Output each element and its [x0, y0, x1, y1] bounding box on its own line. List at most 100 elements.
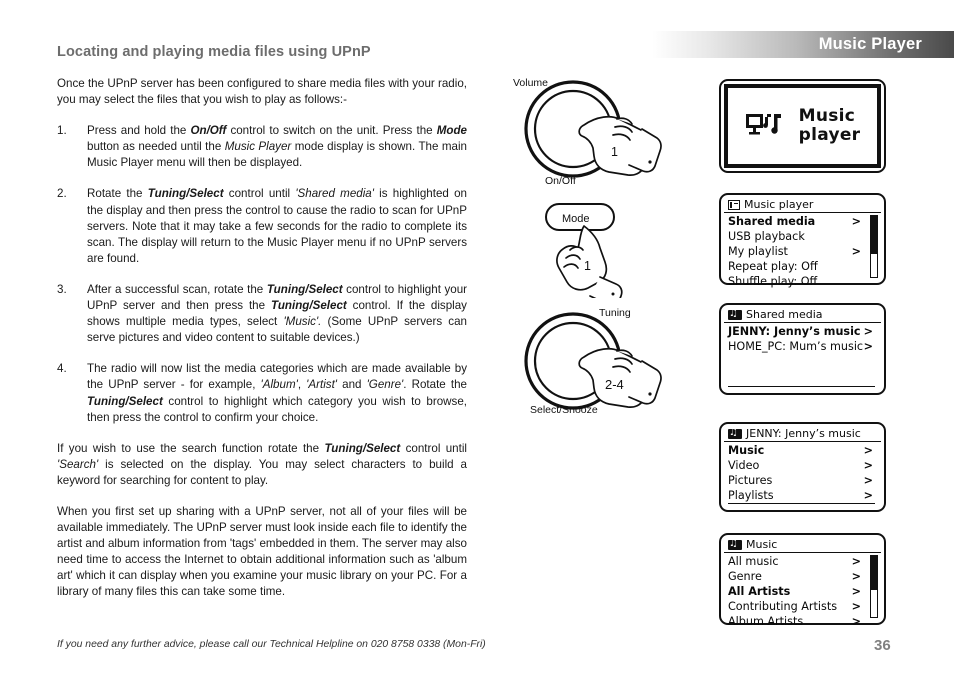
- menu-row-label: Shared media: [728, 215, 816, 228]
- menu-row-label: All Artists: [728, 585, 791, 598]
- menu-row-label: All music: [728, 555, 779, 568]
- step-number: 1.: [57, 124, 67, 138]
- diagram-bottom-label-3: Select/Snooze: [530, 404, 598, 415]
- menu-row[interactable]: Shared media >: [728, 214, 881, 229]
- menu-row[interactable]: Genre >: [728, 569, 881, 584]
- menu-row[interactable]: USB playback: [728, 229, 881, 244]
- menu-row-list: Music > Video > Pictures > Playlists >: [724, 442, 881, 503]
- step-text: The radio will now list the media catego…: [87, 362, 467, 424]
- chevron-right-icon: >: [851, 215, 861, 228]
- menu-row[interactable]: Playlists >: [728, 488, 881, 503]
- menu-row-label: Album Artists: [728, 615, 804, 628]
- diagram-top-label-1: Volume: [513, 77, 548, 89]
- shared-media-icon: [728, 427, 742, 439]
- menu-title-bar: JENNY: Jenny’s music: [724, 427, 881, 442]
- menu-row[interactable]: All music >: [728, 554, 881, 569]
- menu-title-text: JENNY: Jenny’s music: [746, 427, 861, 440]
- menu-bottom-rule: [728, 386, 875, 387]
- lcd-display-shared-media-menu[interactable]: Shared mediaJENNY: Jenny’s music>HOME_PC…: [719, 303, 886, 395]
- step-text: Press and hold the On/Off control to swi…: [87, 124, 467, 170]
- rotary-knob-icon: Tuning Select/Snooze 2-4: [524, 307, 662, 415]
- chevron-right-icon: >: [863, 474, 873, 487]
- menu-row[interactable]: All Artists >: [728, 584, 881, 599]
- menu-row-label: Contributing Artists: [728, 600, 838, 613]
- chevron-right-icon: >: [851, 570, 861, 583]
- menu-row[interactable]: JENNY: Jenny’s music >: [728, 324, 881, 339]
- step-item: 3. After a successful scan, rotate the Tu…: [57, 282, 467, 346]
- menu-row-list: Shared media > USB playback My playlist > Rep…: [724, 213, 881, 289]
- menu-row-label: JENNY: Jenny’s music: [728, 325, 861, 338]
- menu-row[interactable]: My playlist >: [728, 244, 881, 259]
- step-number: 4.: [57, 362, 67, 376]
- scrollbar-thumb[interactable]: [871, 556, 877, 590]
- scrollbar[interactable]: [870, 555, 878, 618]
- diagram-bottom-label-1: On/Off: [545, 175, 576, 187]
- menu-row[interactable]: Contributing Artists >: [728, 599, 881, 614]
- step-item: 4. The radio will now list the media cate…: [57, 361, 467, 425]
- closing-paragraph: When you first set up sharing with a UPn…: [57, 504, 467, 599]
- lcd-display-music-categories-menu[interactable]: MusicAll music>Genre>All Artists>Contrib…: [719, 533, 886, 628]
- menu-row-label: USB playback: [728, 230, 805, 243]
- menu-row-label: Repeat play: Off: [728, 260, 818, 273]
- step-item: 1. Press and hold the On/Off control to s…: [57, 123, 467, 171]
- chevron-right-icon: >: [863, 444, 873, 457]
- menu-title-text: Music: [746, 538, 778, 551]
- scrollbar-thumb[interactable]: [871, 216, 877, 254]
- mode-button-icon: Mode 1: [545, 203, 623, 298]
- chevron-right-icon: >: [863, 325, 873, 338]
- numbered-step-list: 1. Press and hold the On/Off control to s…: [57, 123, 467, 426]
- menu-row-list: All music > Genre > All Artists > Contributing…: [724, 553, 881, 629]
- lcd-display-splash: Music player: [719, 79, 886, 173]
- menu-row[interactable]: Pictures >: [728, 473, 881, 488]
- menu-title-text: Music player: [744, 198, 814, 211]
- header-title: Music Player: [818, 35, 922, 54]
- menu-row-label: My playlist: [728, 245, 788, 258]
- splash-text: Music player: [799, 107, 861, 145]
- menu-row[interactable]: HOME_PC: Mum’s music >: [728, 339, 881, 354]
- menu-row-label: Pictures: [728, 474, 773, 487]
- chevron-right-icon: >: [851, 245, 861, 258]
- diagram-step-number-3: 2-4: [605, 377, 624, 392]
- menu-bottom-rule: [728, 503, 875, 504]
- menu-title-bar: Shared media: [724, 308, 881, 323]
- menu-row[interactable]: Video >: [728, 458, 881, 473]
- step-text: Rotate the Tuning/Select control until '…: [87, 187, 467, 265]
- chevron-right-icon: >: [863, 340, 873, 353]
- list-menu-icon: [728, 200, 740, 210]
- diagram-volume-onoff-knob: Volume On/Off 1: [505, 72, 675, 187]
- rotary-knob-icon: Volume On/Off 1: [513, 77, 662, 187]
- menu-row[interactable]: Repeat play: Off: [728, 259, 881, 274]
- page-title: Locating and playing media files using U…: [57, 44, 371, 60]
- chevron-right-icon: >: [863, 459, 873, 472]
- menu-row-label: Shuffle play: Off: [728, 275, 818, 288]
- lcd-display-jenny-music-menu[interactable]: JENNY: Jenny’s musicMusic>Video>Pictures…: [719, 422, 886, 512]
- menu-row-list: JENNY: Jenny’s music > HOME_PC: Mum’s musi…: [724, 323, 881, 354]
- menu-title-bar: Music: [724, 538, 881, 553]
- menu-title-text: Shared media: [746, 308, 823, 321]
- diagram-step-number-1: 1: [611, 145, 618, 159]
- menu-row-label: HOME_PC: Mum’s music: [728, 340, 864, 353]
- pc-music-note-icon: [745, 114, 781, 135]
- chevron-right-icon: >: [851, 615, 861, 628]
- step-number: 3.: [57, 282, 67, 296]
- diagram-top-label-3: Tuning: [599, 307, 631, 319]
- intro-paragraph: Once the UPnP server has been configured…: [57, 77, 467, 107]
- menu-row[interactable]: Music >: [728, 443, 881, 458]
- body-text-column: Once the UPnP server has been configured…: [57, 76, 467, 601]
- shared-media-icon: [728, 538, 742, 550]
- diagram-mode-button: Mode 1: [540, 198, 670, 298]
- helpline-footer: If you need any further advice, please c…: [57, 639, 486, 650]
- header-bar: Music Player: [652, 31, 954, 58]
- step-text: After a successful scan, rotate the Tuni…: [87, 282, 468, 345]
- diagram-step-number-2: 1: [584, 259, 591, 273]
- diagram-tuning-select-knob: Tuning Select/Snooze 2-4: [505, 303, 680, 415]
- menu-row[interactable]: Shuffle play: Off: [728, 274, 881, 289]
- scrollbar[interactable]: [870, 215, 878, 278]
- step-item: 2. Rotate the Tuning/Select control until…: [57, 186, 467, 266]
- chevron-right-icon: >: [851, 600, 861, 613]
- menu-row-label: Video: [728, 459, 760, 472]
- chevron-right-icon: >: [863, 489, 873, 502]
- chevron-right-icon: >: [851, 585, 861, 598]
- menu-row[interactable]: Album Artists >: [728, 614, 881, 629]
- lcd-display-music-player-menu[interactable]: Music player Shared media > USB playback My …: [719, 193, 886, 288]
